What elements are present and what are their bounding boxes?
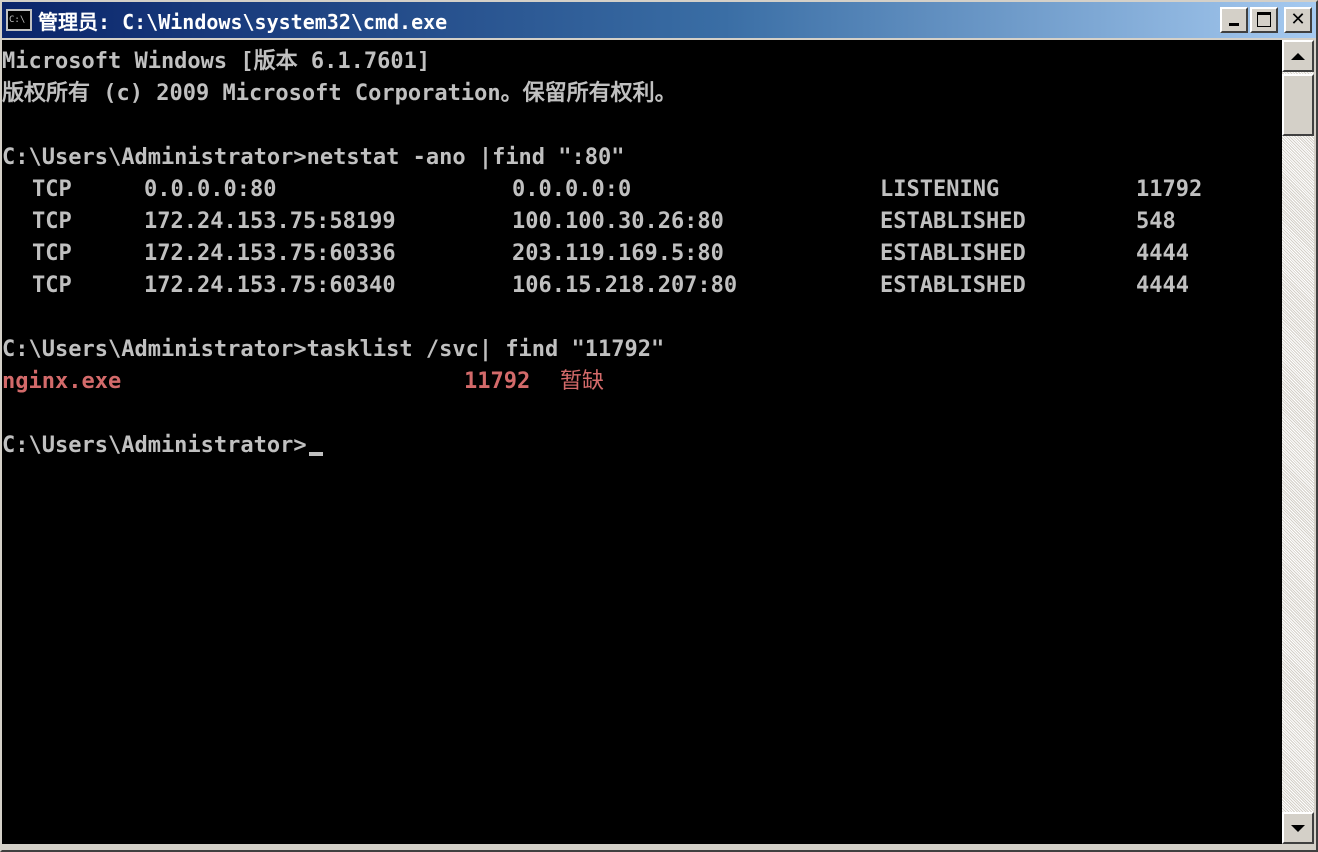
pid: 4444 [1136, 273, 1189, 298]
arrow-up-icon [1291, 52, 1305, 60]
services: 暂缺 [560, 369, 605, 394]
proto: TCP [32, 241, 72, 266]
title-bar[interactable]: C:\ 管理员: C:\Windows\system32\cmd.exe ✕ [2, 2, 1316, 38]
cmd-app-icon[interactable]: C:\ [6, 9, 32, 31]
close-icon: ✕ [1290, 9, 1306, 30]
foreign-address: 100.100.30.26:80 [512, 209, 724, 234]
local-address: 172.24.153.75:58199 [144, 209, 396, 234]
table-row: TCP 172.24.153.75:60336 203.119.169.5:80… [2, 238, 1282, 270]
arrow-down-icon [1291, 824, 1305, 832]
scroll-up-button[interactable] [1282, 40, 1314, 72]
table-row: TCP 0.0.0.0:80 0.0.0.0:0 LISTENING 11792 [2, 174, 1282, 206]
state: ESTABLISHED [880, 241, 1026, 266]
command-netstat: C:\Users\Administrator>netstat -ano |fin… [2, 145, 625, 170]
tasklist-result: nginx.exe 11792 暂缺 [2, 366, 1282, 398]
proto: TCP [32, 177, 72, 202]
local-address: 172.24.153.75:60340 [144, 273, 396, 298]
minimize-icon [1229, 23, 1239, 26]
local-address: 0.0.0.0:80 [144, 177, 277, 202]
close-button[interactable]: ✕ [1284, 7, 1312, 33]
console-output[interactable]: Microsoft Windows [版本 6.1.7601] 版权所有 (c)… [2, 40, 1282, 844]
state: ESTABLISHED [880, 209, 1026, 234]
pid: 548 [1136, 209, 1176, 234]
pid: 4444 [1136, 241, 1189, 266]
pid: 11792 [1136, 177, 1203, 202]
foreign-address: 106.15.218.207:80 [512, 273, 738, 298]
cmd-window: C:\ 管理员: C:\Windows\system32\cmd.exe ✕ M… [0, 0, 1318, 852]
state: ESTABLISHED [880, 273, 1026, 298]
banner-copyright: 版权所有 (c) 2009 Microsoft Corporation。保留所有… [2, 81, 677, 106]
foreign-address: 203.119.169.5:80 [512, 241, 724, 266]
minimize-button[interactable] [1220, 7, 1248, 33]
window-title: 管理员: C:\Windows\system32\cmd.exe [38, 9, 448, 34]
prompt-line[interactable]: C:\Users\Administrator> [2, 430, 323, 462]
text-cursor [308, 452, 323, 456]
vertical-scrollbar[interactable] [1282, 40, 1314, 844]
image-name: nginx.exe [2, 369, 122, 394]
scroll-thumb[interactable] [1282, 74, 1314, 136]
banner-version: Microsoft Windows [版本 6.1.7601] [2, 49, 431, 74]
window-controls: ✕ [1218, 7, 1312, 33]
foreign-address: 0.0.0.0:0 [512, 177, 632, 202]
state: LISTENING [880, 177, 1000, 202]
icon-label: C:\ [9, 15, 26, 25]
command-tasklist: C:\Users\Administrator>tasklist /svc| fi… [2, 337, 665, 362]
scroll-down-button[interactable] [1282, 812, 1314, 844]
table-row: TCP 172.24.153.75:58199 100.100.30.26:80… [2, 206, 1282, 238]
table-row: TCP 172.24.153.75:60340 106.15.218.207:8… [2, 270, 1282, 302]
maximize-button[interactable] [1250, 7, 1278, 33]
local-address: 172.24.153.75:60336 [144, 241, 396, 266]
maximize-icon [1257, 12, 1271, 27]
proto: TCP [32, 209, 72, 234]
proto: TCP [32, 273, 72, 298]
result-pid: 11792 [464, 369, 531, 394]
prompt: C:\Users\Administrator> [2, 433, 307, 458]
